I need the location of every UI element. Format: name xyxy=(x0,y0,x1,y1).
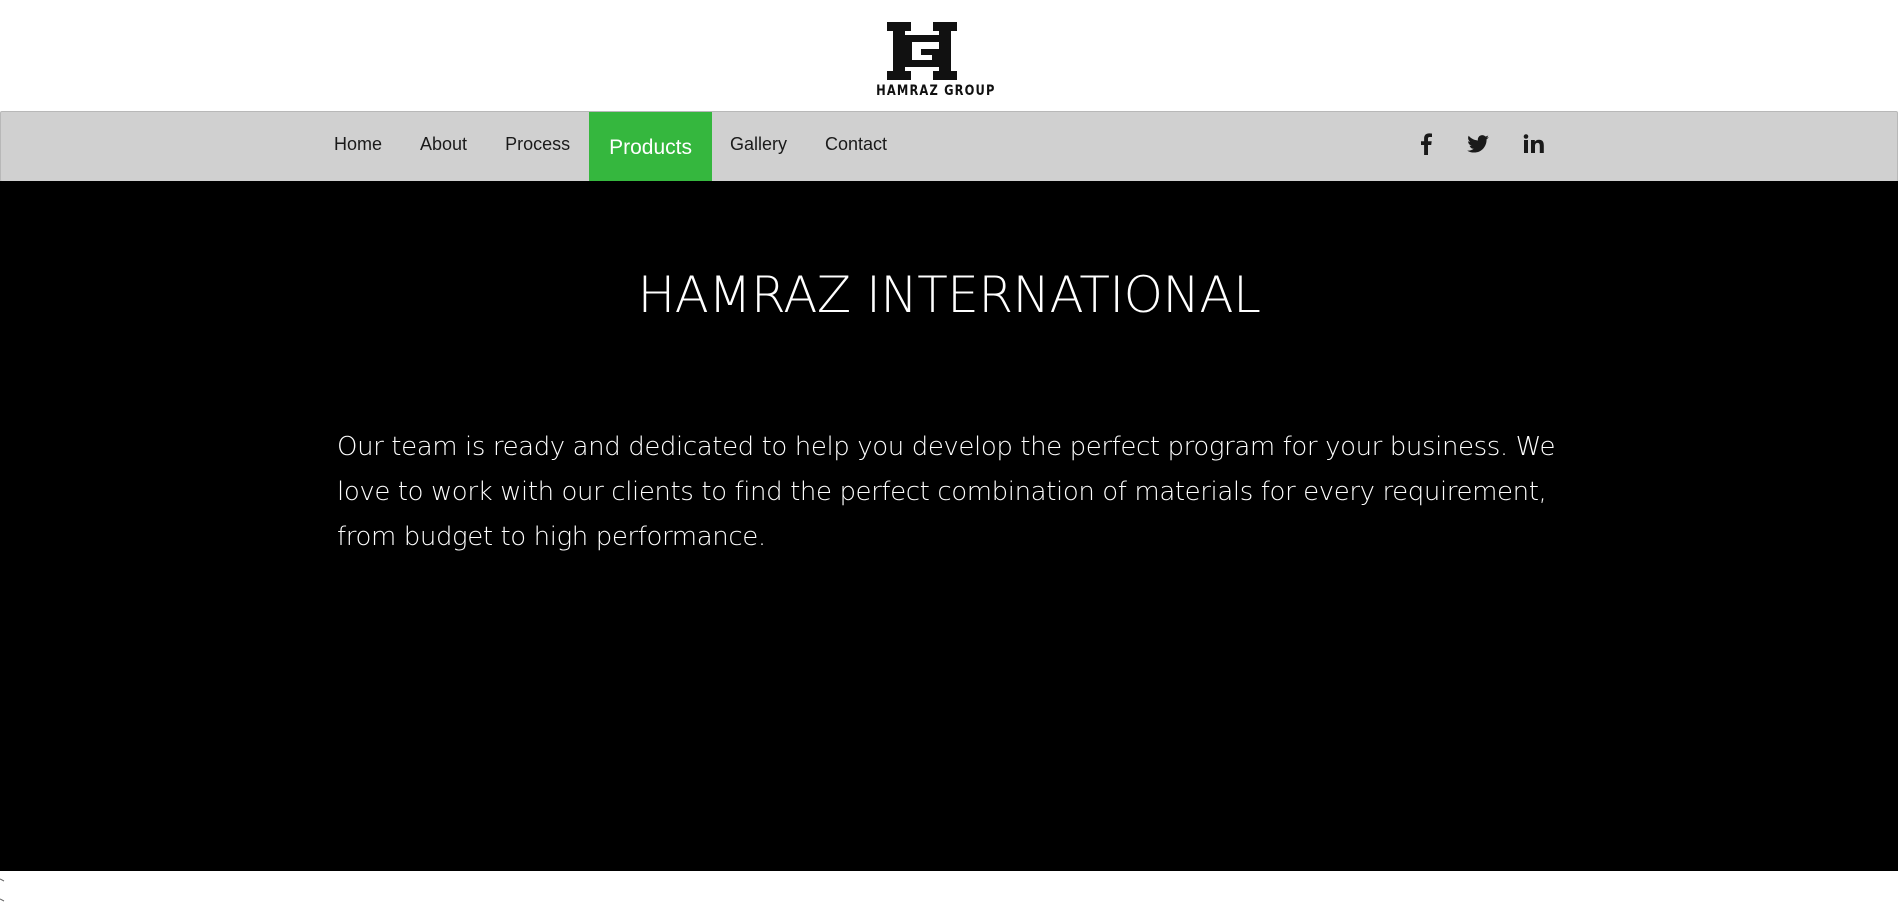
nav-item-home[interactable]: Home xyxy=(315,112,401,181)
facebook-icon[interactable] xyxy=(1411,129,1441,159)
twitter-icon[interactable] xyxy=(1463,129,1493,159)
hero-title: HAMRAZ INTERNATIONAL xyxy=(637,266,1261,324)
divider-marks xyxy=(0,878,5,902)
site-header: HAMRAZ GROUP xyxy=(0,0,1898,111)
nav-item-products[interactable]: Products xyxy=(589,112,712,181)
nav-item-contact[interactable]: Contact xyxy=(806,112,906,181)
nav-menu: Home About Process Products Gallery Cont… xyxy=(315,112,906,181)
linkedin-icon[interactable] xyxy=(1519,129,1549,159)
nav-item-gallery[interactable]: Gallery xyxy=(712,112,806,181)
logo-wordmark: HAMRAZ GROUP xyxy=(876,83,996,99)
hero-section: HAMRAZ INTERNATIONAL Our team is ready a… xyxy=(0,181,1898,871)
main-navbar: Home About Process Products Gallery Cont… xyxy=(0,111,1898,182)
hero-description: Our team is ready and dedicated to help … xyxy=(337,432,1556,552)
hg-monogram-icon xyxy=(887,22,957,80)
hamraz-group-logo[interactable]: HAMRAZ GROUP xyxy=(866,22,996,102)
nav-item-process[interactable]: Process xyxy=(486,112,589,181)
nav-item-about[interactable]: About xyxy=(401,112,486,181)
